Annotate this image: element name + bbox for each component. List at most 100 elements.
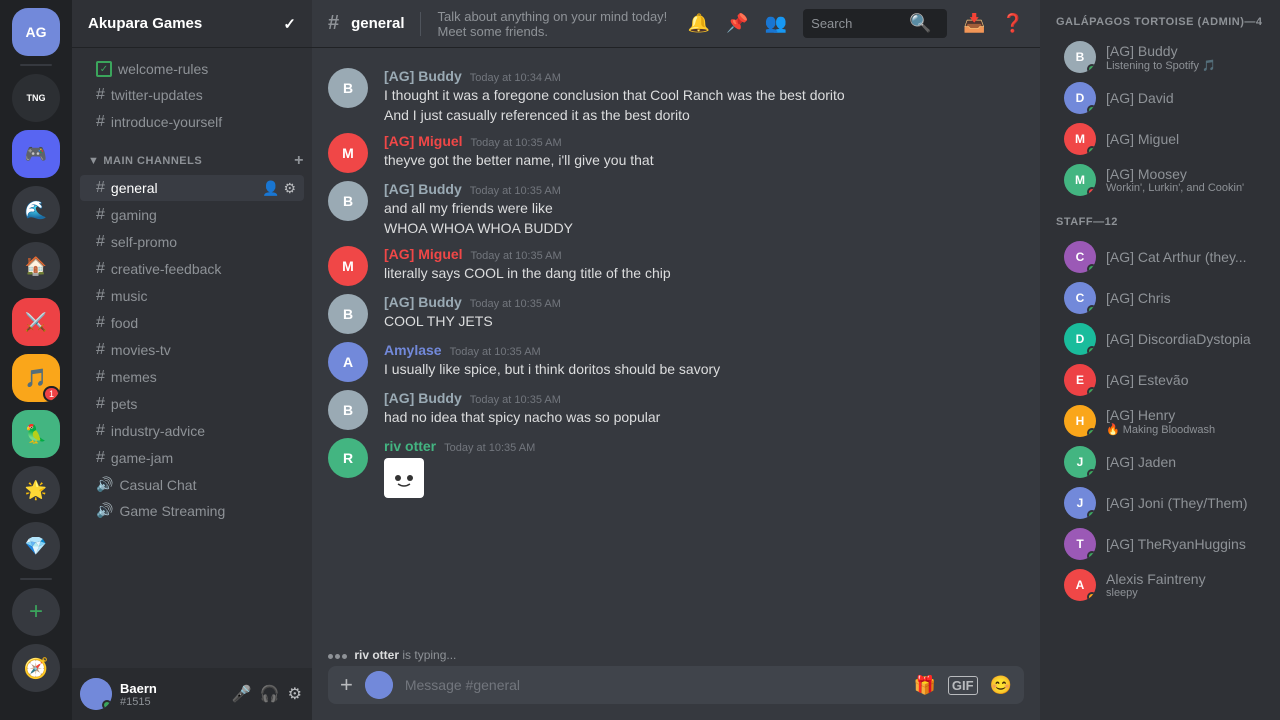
member-item[interactable]: J [AG] Joni (They/Them): [1048, 483, 1272, 523]
channel-movies-tv[interactable]: # movies-tv: [80, 337, 304, 363]
microphone-icon[interactable]: 🎤: [230, 682, 254, 706]
channel-twitter-updates[interactable]: # twitter-updates: [80, 82, 304, 108]
avatar: M: [328, 246, 368, 286]
member-item[interactable]: B [AG] Buddy Listening to Spotify 🎵: [1048, 37, 1272, 77]
member-info: [AG] Buddy Listening to Spotify 🎵: [1106, 43, 1264, 72]
avatar: B: [328, 294, 368, 334]
add-server-button[interactable]: +: [12, 588, 60, 636]
member-item[interactable]: C [AG] Chris: [1048, 278, 1272, 318]
channel-name-memes: memes: [111, 369, 296, 385]
add-user-icon[interactable]: 👤: [262, 180, 279, 197]
gif-icon[interactable]: GIF: [948, 676, 978, 695]
server-icon-4[interactable]: 🌊: [12, 186, 60, 234]
member-item[interactable]: M [AG] Miguel: [1048, 119, 1272, 159]
emoji-icon[interactable]: 😊: [990, 675, 1012, 696]
discover-button[interactable]: 🧭: [12, 644, 60, 692]
server-icon-tng[interactable]: TNG: [12, 74, 60, 122]
member-activity: 🔥 Making Bloodwash: [1106, 423, 1264, 436]
member-info: [AG] Moosey Workin', Lurkin', and Cookin…: [1106, 166, 1264, 194]
member-avatar: D: [1064, 323, 1096, 355]
channel-topic: Talk about anything on your mind today! …: [437, 9, 675, 39]
channel-music[interactable]: # music: [80, 283, 304, 309]
member-item[interactable]: M [AG] Moosey Workin', Lurkin', and Cook…: [1048, 160, 1272, 200]
channel-casual-chat[interactable]: 🔊 Casual Chat: [80, 472, 304, 497]
channel-industry-advice[interactable]: # industry-advice: [80, 418, 304, 444]
member-item[interactable]: A Alexis Faintreny sleepy: [1048, 565, 1272, 605]
avatar: B: [328, 68, 368, 108]
server-icon-6[interactable]: ⚔️: [12, 298, 60, 346]
channel-pets[interactable]: # pets: [80, 391, 304, 417]
attach-button[interactable]: +: [340, 672, 353, 698]
message-input-wrapper: + 🎁 GIF 😊: [328, 666, 1024, 704]
channel-welcome-rules[interactable]: welcome-rules: [80, 57, 304, 81]
headphones-icon[interactable]: 🎧: [258, 682, 282, 706]
message-header: [AG] Buddy Today at 10:35 AM: [384, 294, 1024, 310]
members-icon[interactable]: 👥: [765, 13, 787, 34]
category-main-channels[interactable]: ▼ MAIN CHANNELS +: [72, 136, 312, 174]
message-input[interactable]: [405, 666, 902, 704]
message-group: B [AG] Buddy Today at 10:35 AM and all m…: [312, 177, 1040, 242]
channel-name-casual-chat: Casual Chat: [119, 477, 296, 493]
member-item[interactable]: T [AG] TheRyanHuggins: [1048, 524, 1272, 564]
status-dot: [1087, 146, 1096, 155]
inbox-icon[interactable]: 📥: [963, 13, 985, 34]
settings-icon[interactable]: ⚙: [286, 682, 304, 706]
user-area: Baern #1515 🎤 🎧 ⚙: [72, 668, 312, 720]
member-item[interactable]: D [AG] David: [1048, 78, 1272, 118]
settings-icon[interactable]: ⚙: [283, 180, 296, 197]
avatar: A: [328, 342, 368, 382]
server-header[interactable]: Akupara Games ✓: [72, 0, 312, 48]
server-icon-5[interactable]: 🏠: [12, 242, 60, 290]
channel-gaming[interactable]: # gaming: [80, 202, 304, 228]
hash-icon: #: [96, 422, 105, 440]
channel-name-creative-feedback: creative-feedback: [111, 261, 296, 277]
category-name: MAIN CHANNELS: [103, 155, 202, 167]
server-icon-7[interactable]: 🎵 1: [12, 354, 60, 402]
server-icon-10[interactable]: 💎: [12, 522, 60, 570]
add-channel-icon[interactable]: +: [294, 152, 304, 170]
server-icon-8[interactable]: 🦜: [12, 410, 60, 458]
member-item[interactable]: C [AG] Cat Arthur (they...: [1048, 237, 1272, 277]
bell-icon[interactable]: 🔔: [688, 13, 710, 34]
help-icon[interactable]: ❓: [1002, 13, 1024, 34]
member-avatar: D: [1064, 82, 1096, 114]
status-dot: [1087, 469, 1096, 478]
search-bar[interactable]: 🔍: [803, 9, 947, 38]
search-input[interactable]: [811, 16, 901, 31]
message-header: [AG] Buddy Today at 10:35 AM: [384, 390, 1024, 406]
server-icon-9[interactable]: 🌟: [12, 466, 60, 514]
member-item[interactable]: D [AG] DiscordiaDystopia: [1048, 319, 1272, 359]
channel-creative-feedback[interactable]: # creative-feedback: [80, 256, 304, 282]
member-item[interactable]: E [AG] Estevão: [1048, 360, 1272, 400]
message-text-2: And I just casually referenced it as the…: [384, 106, 1024, 126]
member-activity: sleepy: [1106, 587, 1264, 599]
member-info: [AG] Jaden: [1106, 454, 1264, 470]
message-text: had no idea that spicy nacho was so popu…: [384, 408, 1024, 428]
channel-name-industry-advice: industry-advice: [111, 423, 296, 439]
server-icon-3[interactable]: 🎮: [12, 130, 60, 178]
collapse-arrow-icon: ▼: [88, 155, 99, 167]
channel-food[interactable]: # food: [80, 310, 304, 336]
timestamp: Today at 10:35 AM: [471, 250, 562, 262]
channel-general[interactable]: # general 👤 ⚙: [80, 175, 304, 201]
member-item[interactable]: H [AG] Henry 🔥 Making Bloodwash: [1048, 401, 1272, 441]
typing-indicator: riv otter is typing...: [312, 648, 1040, 666]
pin-icon[interactable]: 📌: [726, 13, 748, 34]
speaker-icon: 🔊: [96, 502, 113, 519]
gift-icon[interactable]: 🎁: [913, 675, 935, 696]
author-name: [AG] Miguel: [384, 246, 463, 262]
member-item[interactable]: J [AG] Jaden: [1048, 442, 1272, 482]
author-name: [AG] Buddy: [384, 390, 462, 406]
avatar: M: [328, 133, 368, 173]
channel-game-streaming[interactable]: 🔊 Game Streaming: [80, 498, 304, 523]
channel-self-promo[interactable]: # self-promo: [80, 229, 304, 255]
message-header: [AG] Miguel Today at 10:35 AM: [384, 246, 1024, 262]
member-info: [AG] Estevão: [1106, 372, 1264, 388]
channel-introduce-yourself[interactable]: # introduce-yourself: [80, 109, 304, 135]
channel-memes[interactable]: # memes: [80, 364, 304, 390]
message-group: B [AG] Buddy Today at 10:35 AM COOL THY …: [312, 290, 1040, 338]
hash-icon: #: [96, 449, 105, 467]
channel-sidebar: Akupara Games ✓ welcome-rules # twitter-…: [72, 0, 312, 720]
channel-game-jam[interactable]: # game-jam: [80, 445, 304, 471]
server-icon-akupara[interactable]: AG: [12, 8, 60, 56]
